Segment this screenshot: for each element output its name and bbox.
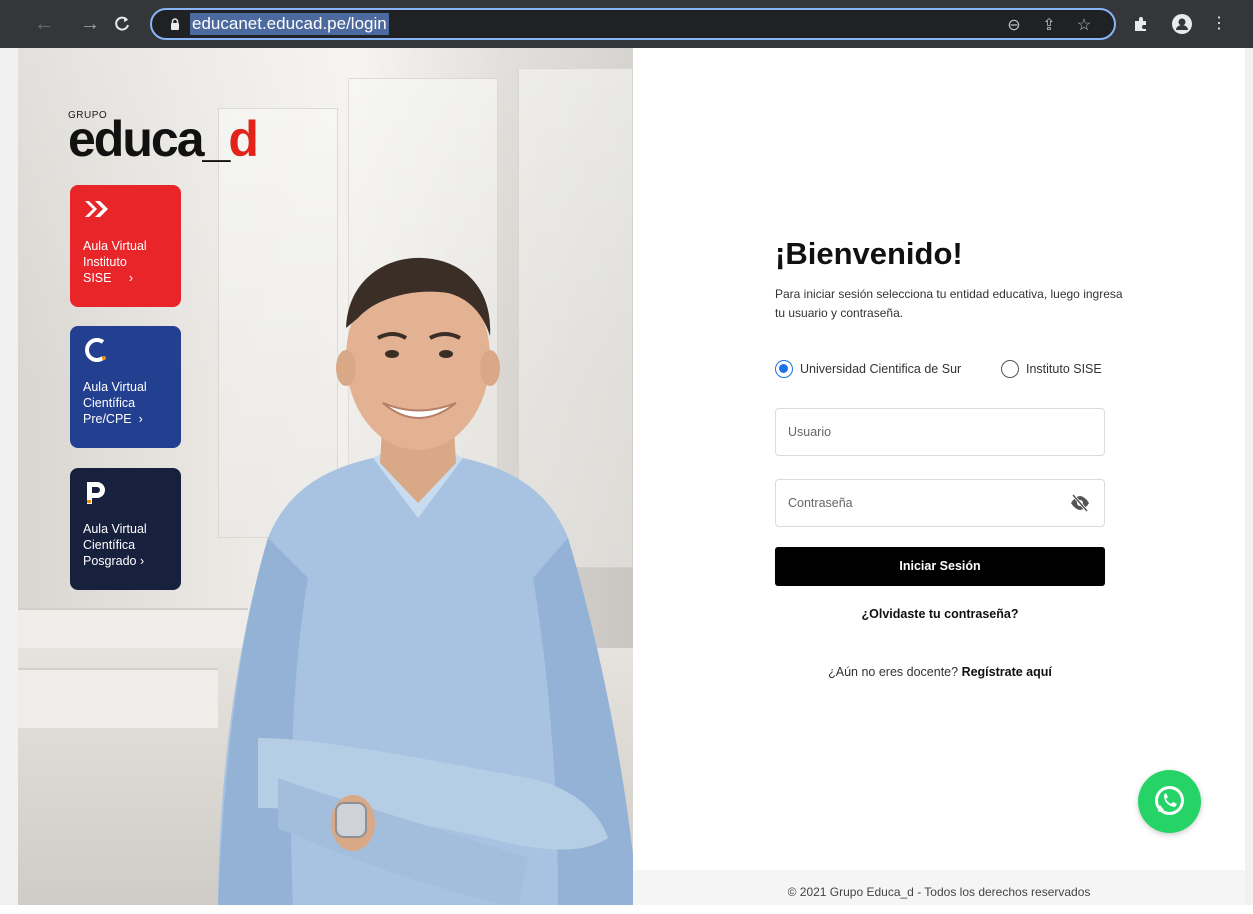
chevron-right-icon: › — [138, 412, 143, 426]
cientifica-c-icon — [85, 338, 106, 362]
radio-button-checked[interactable] — [775, 360, 793, 378]
login-panel: ¡Bienvenido! Para iniciar sesión selecci… — [633, 48, 1245, 905]
chevron-right-icon: › — [128, 271, 134, 285]
background-desk — [18, 668, 218, 728]
card-label: Científica — [83, 396, 136, 410]
lock-icon — [171, 18, 179, 30]
whatsapp-icon — [1155, 786, 1184, 815]
radio-label: Instituto SISE — [1026, 362, 1102, 376]
username-placeholder: Usuario — [788, 425, 832, 439]
hero-panel: GRUPO educa_d Aula Virtual Instituto SIS… — [18, 48, 633, 905]
address-bar[interactable]: educanet.educad.pe/login ⊖ ⇪ ☆ — [150, 8, 1116, 40]
whatsapp-chat-button[interactable] — [1138, 770, 1201, 833]
posgrado-p-icon — [87, 482, 105, 504]
logo-d: d — [228, 111, 259, 167]
educad-logo[interactable]: GRUPO educa_d — [68, 110, 259, 164]
extensions-puzzle-icon[interactable] — [1130, 13, 1152, 35]
aula-virtual-cientifica-pre-card[interactable]: Aula Virtual Científica Pre/CPE › — [70, 326, 181, 448]
card-label-text: Pre/CPE — [83, 412, 132, 426]
aula-virtual-cientifica-posgrado-card[interactable]: Aula Virtual Científica Posgrado › — [70, 468, 181, 590]
reload-icon[interactable] — [108, 10, 136, 38]
bookmark-star-icon[interactable]: ☆ — [1074, 16, 1094, 36]
radio-button-unchecked[interactable] — [1001, 360, 1019, 378]
sise-chevrons-icon — [85, 201, 108, 217]
smiling-man-photo — [218, 257, 633, 905]
username-field[interactable]: Usuario — [775, 408, 1105, 456]
card-label: Pre/CPE › — [83, 411, 168, 427]
logo-wordmark: educa_d — [68, 114, 259, 164]
share-icon[interactable]: ⇪ — [1039, 16, 1059, 36]
radio-instituto-sise[interactable]: Instituto SISE — [1001, 359, 1102, 379]
login-instructions: Para iniciar sesión selecciona tu entida… — [775, 287, 1123, 320]
eye-slash-icon[interactable] — [1070, 494, 1090, 512]
password-placeholder: Contraseña — [788, 496, 853, 510]
menu-kebab-icon[interactable]: ⋮ — [1208, 13, 1230, 35]
chevron-right-icon: › — [140, 554, 145, 568]
radio-label: Universidad Cientifica de Sur — [800, 362, 962, 376]
logo-educa: educa — [68, 111, 205, 167]
register-prompt-text: ¿Aún no eres docente? — [828, 665, 959, 679]
card-label: Aula Virtual — [83, 522, 147, 536]
card-label: Aula Virtual — [83, 239, 147, 253]
card-label-text: Posgrado — [83, 554, 137, 568]
register-prompt: ¿Aún no eres docente? Regístrate aquí — [775, 665, 1105, 679]
register-link[interactable]: Regístrate aquí — [962, 665, 1052, 679]
card-label: Posgrado › — [83, 553, 168, 569]
login-page: GRUPO educa_d Aula Virtual Instituto SIS… — [18, 48, 1245, 905]
back-arrow-icon[interactable]: ← — [30, 10, 58, 38]
forward-arrow-icon[interactable]: → — [76, 10, 104, 38]
page-title: ¡Bienvenido! — [775, 236, 963, 271]
card-label: Instituto — [83, 255, 127, 269]
card-label: Aula Virtual — [83, 380, 147, 394]
card-label-text: SISE — [83, 271, 112, 285]
login-submit-button[interactable]: Iniciar Sesión — [775, 547, 1105, 586]
card-label: SISE › — [83, 270, 168, 286]
password-field[interactable]: Contraseña — [775, 479, 1105, 527]
zoom-icon[interactable]: ⊖ — [1004, 16, 1024, 36]
forgot-password-link[interactable]: ¿Olvidaste tu contraseña? — [775, 607, 1105, 621]
radio-universidad[interactable]: Universidad Cientifica de Sur — [775, 359, 961, 379]
url-text[interactable]: educanet.educad.pe/login — [190, 13, 389, 35]
scrollbar-track[interactable] — [1245, 48, 1253, 905]
browser-toolbar: ← → educanet.educad.pe/login ⊖ ⇪ ☆ ⋮ — [0, 0, 1253, 48]
aula-virtual-sise-card[interactable]: Aula Virtual Instituto SISE › — [70, 185, 181, 307]
logo-underscore: _ — [202, 111, 231, 167]
page-edge — [0, 48, 18, 905]
card-label: Científica — [83, 538, 136, 552]
footer-copyright: © 2021 Grupo Educa_d - Todos los derecho… — [633, 870, 1245, 905]
profile-avatar-icon[interactable] — [1172, 14, 1192, 34]
